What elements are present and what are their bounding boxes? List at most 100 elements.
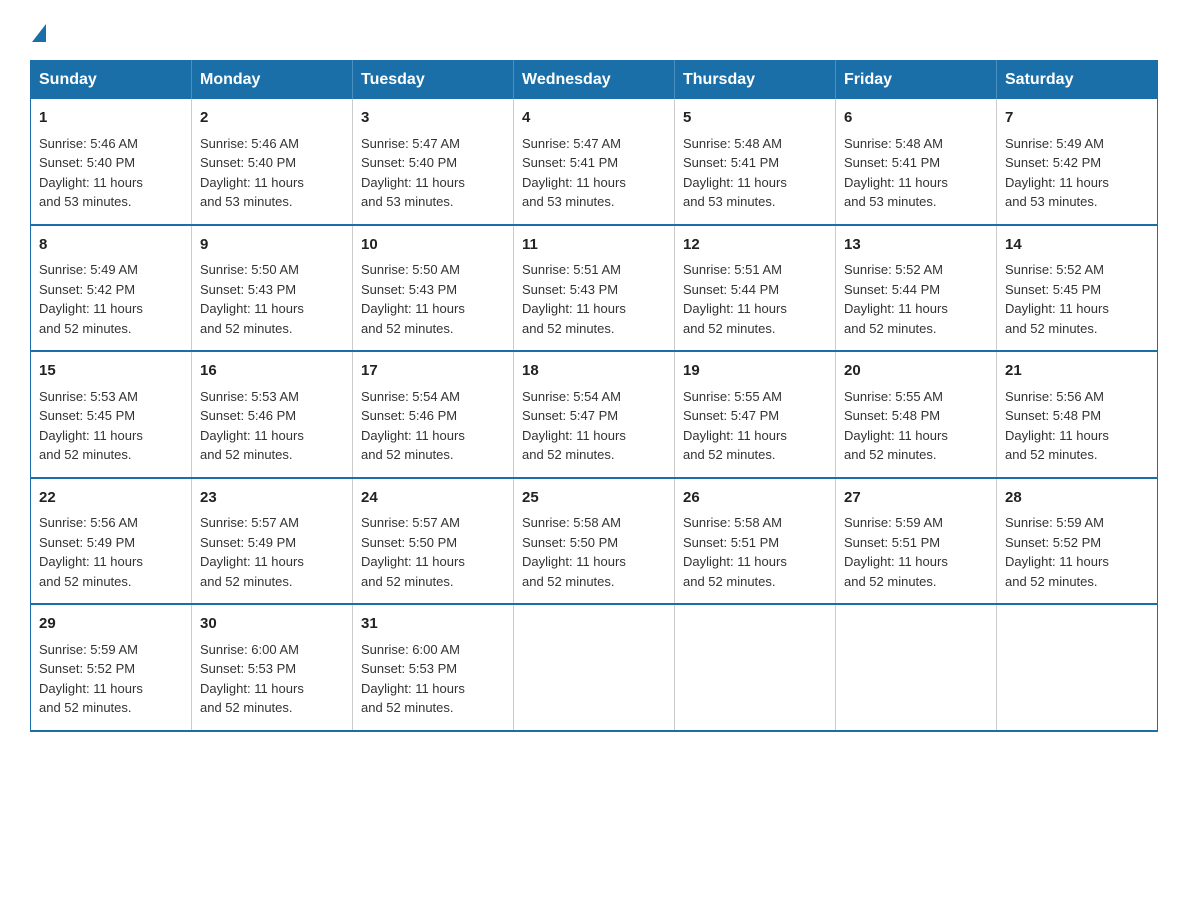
calendar-header-friday: Friday	[836, 61, 997, 100]
day-number: 21	[1005, 360, 1149, 383]
calendar-cell: 15 Sunrise: 5:53 AMSunset: 5:45 PMDayligh…	[31, 351, 192, 478]
calendar-header-row: SundayMondayTuesdayWednesdayThursdayFrid…	[31, 61, 1158, 100]
calendar-cell: 30 Sunrise: 6:00 AMSunset: 5:53 PMDayligh…	[192, 604, 353, 731]
day-info: Sunrise: 5:46 AMSunset: 5:40 PMDaylight:…	[200, 136, 304, 210]
calendar-cell: 18Sunrise: 5:54 AMSunset: 5:47 PMDayligh…	[514, 351, 675, 478]
day-number: 19	[683, 360, 827, 383]
day-number: 7	[1005, 107, 1149, 130]
day-info: Sunrise: 5:51 AMSunset: 5:43 PMDaylight:…	[522, 262, 626, 336]
day-number: 26	[683, 487, 827, 510]
day-number: 24	[361, 487, 505, 510]
calendar-cell: 10Sunrise: 5:50 AMSunset: 5:43 PMDayligh…	[353, 225, 514, 352]
day-info: Sunrise: 5:48 AMSunset: 5:41 PMDaylight:…	[683, 136, 787, 210]
calendar-cell	[997, 604, 1158, 731]
calendar-cell: 20 Sunrise: 5:55 AMSunset: 5:48 PMDayligh…	[836, 351, 997, 478]
day-info: Sunrise: 5:58 AMSunset: 5:51 PMDaylight:…	[683, 515, 787, 589]
calendar-week-row: 29Sunrise: 5:59 AMSunset: 5:52 PMDayligh…	[31, 604, 1158, 731]
day-info: Sunrise: 5:48 AMSunset: 5:41 PMDaylight:…	[844, 136, 948, 210]
day-info: Sunrise: 5:50 AMSunset: 5:43 PMDaylight:…	[361, 262, 465, 336]
calendar-week-row: 15 Sunrise: 5:53 AMSunset: 5:45 PMDayligh…	[31, 351, 1158, 478]
day-number: 28	[1005, 487, 1149, 510]
day-info: Sunrise: 5:59 AMSunset: 5:51 PMDaylight:…	[844, 515, 948, 589]
calendar-week-row: 8 Sunrise: 5:49 AMSunset: 5:42 PMDaylight…	[31, 225, 1158, 352]
calendar-cell: 21 Sunrise: 5:56 AMSunset: 5:48 PMDayligh…	[997, 351, 1158, 478]
day-info: Sunrise: 5:59 AMSunset: 5:52 PMDaylight:…	[1005, 515, 1109, 589]
day-number: 31	[361, 613, 505, 636]
calendar-cell: 27Sunrise: 5:59 AMSunset: 5:51 PMDayligh…	[836, 478, 997, 605]
calendar-cell: 14 Sunrise: 5:52 AMSunset: 5:45 PMDayligh…	[997, 225, 1158, 352]
calendar-cell: 31 Sunrise: 6:00 AMSunset: 5:53 PMDayligh…	[353, 604, 514, 731]
day-number: 22	[39, 487, 183, 510]
calendar-cell: 13 Sunrise: 5:52 AMSunset: 5:44 PMDayligh…	[836, 225, 997, 352]
day-info: Sunrise: 5:49 AMSunset: 5:42 PMDaylight:…	[1005, 136, 1109, 210]
day-number: 29	[39, 613, 183, 636]
day-info: Sunrise: 5:56 AMSunset: 5:49 PMDaylight:…	[39, 515, 143, 589]
calendar-cell: 19 Sunrise: 5:55 AMSunset: 5:47 PMDayligh…	[675, 351, 836, 478]
calendar-cell: 7 Sunrise: 5:49 AMSunset: 5:42 PMDaylight…	[997, 99, 1158, 225]
day-info: Sunrise: 5:52 AMSunset: 5:45 PMDaylight:…	[1005, 262, 1109, 336]
day-number: 16	[200, 360, 344, 383]
calendar-header-monday: Monday	[192, 61, 353, 100]
day-number: 5	[683, 107, 827, 130]
day-number: 2	[200, 107, 344, 130]
calendar-header-wednesday: Wednesday	[514, 61, 675, 100]
day-info: Sunrise: 5:46 AMSunset: 5:40 PMDaylight:…	[39, 136, 143, 210]
calendar-header-tuesday: Tuesday	[353, 61, 514, 100]
calendar-cell: 1 Sunrise: 5:46 AMSunset: 5:40 PMDaylight…	[31, 99, 192, 225]
calendar-cell: 16 Sunrise: 5:53 AMSunset: 5:46 PMDayligh…	[192, 351, 353, 478]
day-info: Sunrise: 5:57 AMSunset: 5:49 PMDaylight:…	[200, 515, 304, 589]
day-info: Sunrise: 5:52 AMSunset: 5:44 PMDaylight:…	[844, 262, 948, 336]
day-info: Sunrise: 6:00 AMSunset: 5:53 PMDaylight:…	[361, 642, 465, 716]
day-info: Sunrise: 5:47 AMSunset: 5:40 PMDaylight:…	[361, 136, 465, 210]
day-number: 11	[522, 234, 666, 257]
day-number: 3	[361, 107, 505, 130]
day-number: 14	[1005, 234, 1149, 257]
calendar-cell	[836, 604, 997, 731]
calendar-cell: 4Sunrise: 5:47 AMSunset: 5:41 PMDaylight…	[514, 99, 675, 225]
day-info: Sunrise: 5:55 AMSunset: 5:48 PMDaylight:…	[844, 389, 948, 463]
day-number: 1	[39, 107, 183, 130]
day-number: 12	[683, 234, 827, 257]
calendar-cell	[514, 604, 675, 731]
day-info: Sunrise: 5:53 AMSunset: 5:46 PMDaylight:…	[200, 389, 304, 463]
day-info: Sunrise: 5:55 AMSunset: 5:47 PMDaylight:…	[683, 389, 787, 463]
calendar-cell: 3 Sunrise: 5:47 AMSunset: 5:40 PMDaylight…	[353, 99, 514, 225]
calendar-cell: 8 Sunrise: 5:49 AMSunset: 5:42 PMDaylight…	[31, 225, 192, 352]
day-number: 4	[522, 107, 666, 130]
day-number: 15	[39, 360, 183, 383]
day-number: 17	[361, 360, 505, 383]
day-number: 13	[844, 234, 988, 257]
day-info: Sunrise: 5:54 AMSunset: 5:47 PMDaylight:…	[522, 389, 626, 463]
day-number: 9	[200, 234, 344, 257]
calendar-header-sunday: Sunday	[31, 61, 192, 100]
day-number: 30	[200, 613, 344, 636]
calendar-cell: 29Sunrise: 5:59 AMSunset: 5:52 PMDayligh…	[31, 604, 192, 731]
calendar-cell: 24Sunrise: 5:57 AMSunset: 5:50 PMDayligh…	[353, 478, 514, 605]
calendar-cell: 28 Sunrise: 5:59 AMSunset: 5:52 PMDayligh…	[997, 478, 1158, 605]
calendar-cell: 26 Sunrise: 5:58 AMSunset: 5:51 PMDayligh…	[675, 478, 836, 605]
calendar-cell: 12 Sunrise: 5:51 AMSunset: 5:44 PMDayligh…	[675, 225, 836, 352]
page-header	[30, 20, 1158, 40]
day-number: 20	[844, 360, 988, 383]
calendar-cell: 23 Sunrise: 5:57 AMSunset: 5:49 PMDayligh…	[192, 478, 353, 605]
day-info: Sunrise: 5:53 AMSunset: 5:45 PMDaylight:…	[39, 389, 143, 463]
day-number: 8	[39, 234, 183, 257]
calendar-table: SundayMondayTuesdayWednesdayThursdayFrid…	[30, 60, 1158, 732]
day-info: Sunrise: 5:56 AMSunset: 5:48 PMDaylight:…	[1005, 389, 1109, 463]
day-info: Sunrise: 5:51 AMSunset: 5:44 PMDaylight:…	[683, 262, 787, 336]
day-info: Sunrise: 5:49 AMSunset: 5:42 PMDaylight:…	[39, 262, 143, 336]
calendar-cell: 25 Sunrise: 5:58 AMSunset: 5:50 PMDayligh…	[514, 478, 675, 605]
logo	[30, 20, 46, 40]
calendar-cell: 22 Sunrise: 5:56 AMSunset: 5:49 PMDayligh…	[31, 478, 192, 605]
calendar-cell: 11 Sunrise: 5:51 AMSunset: 5:43 PMDayligh…	[514, 225, 675, 352]
day-number: 23	[200, 487, 344, 510]
day-number: 25	[522, 487, 666, 510]
calendar-cell: 5 Sunrise: 5:48 AMSunset: 5:41 PMDaylight…	[675, 99, 836, 225]
day-number: 6	[844, 107, 988, 130]
day-info: Sunrise: 6:00 AMSunset: 5:53 PMDaylight:…	[200, 642, 304, 716]
day-info: Sunrise: 5:50 AMSunset: 5:43 PMDaylight:…	[200, 262, 304, 336]
calendar-week-row: 22 Sunrise: 5:56 AMSunset: 5:49 PMDayligh…	[31, 478, 1158, 605]
calendar-header-thursday: Thursday	[675, 61, 836, 100]
day-info: Sunrise: 5:58 AMSunset: 5:50 PMDaylight:…	[522, 515, 626, 589]
calendar-week-row: 1 Sunrise: 5:46 AMSunset: 5:40 PMDaylight…	[31, 99, 1158, 225]
